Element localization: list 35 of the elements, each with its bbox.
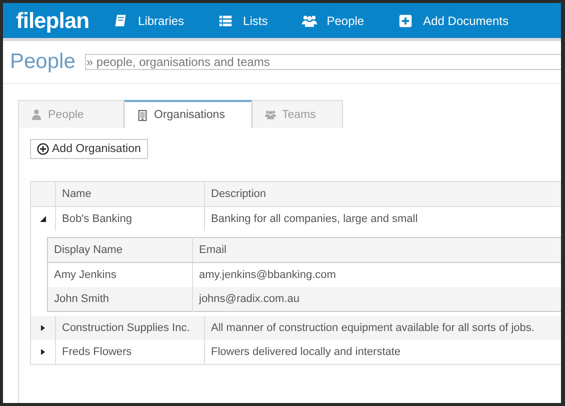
people-icon	[302, 14, 317, 28]
expand-icon[interactable]	[40, 325, 46, 331]
column-header: Description	[204, 182, 561, 206]
table-cell: Bob's Banking	[56, 206, 204, 231]
table-cell: All manner of construction equipment available for all sorts of jobs.	[204, 316, 561, 340]
column-header: Display Name	[48, 238, 192, 262]
page-title: People	[10, 50, 76, 74]
nav-link[interactable]: Add Documents	[398, 14, 508, 28]
table-cell: Amy Jenkins	[48, 262, 192, 287]
logo[interactable]: fileplan	[16, 8, 90, 34]
tab[interactable]: Teams	[252, 100, 343, 128]
add-icon	[37, 143, 49, 155]
person-icon	[31, 109, 42, 120]
nav-link[interactable]: Lists	[218, 14, 268, 28]
page-subtitle: » people, organisations and teams	[85, 54, 561, 70]
column-header: Name	[56, 182, 204, 206]
people-icon	[264, 109, 276, 120]
nav-link[interactable]: People	[302, 14, 364, 28]
expand-icon[interactable]	[40, 349, 46, 355]
table-cell: Freds Flowers	[56, 340, 204, 364]
tab[interactable]: People	[18, 100, 124, 128]
table-cell: Flowers delivered locally and interstate	[204, 340, 561, 364]
table-cell: Construction Supplies Inc.	[56, 316, 204, 340]
table-cell: John Smith	[48, 287, 192, 312]
table-cell: Banking for all companies, large and small	[204, 206, 561, 231]
table-cell: johns@radix.com.au	[192, 287, 561, 312]
plus-icon	[398, 14, 414, 28]
list-icon	[218, 14, 234, 28]
collapse-icon[interactable]	[40, 216, 46, 222]
book-icon	[113, 14, 128, 28]
nav-link[interactable]: Libraries	[113, 14, 184, 28]
add-organisation-button[interactable]: Add Organisation	[30, 139, 148, 159]
building-icon	[137, 110, 148, 120]
tab[interactable]: Organisations	[124, 100, 252, 128]
column-header: Email	[192, 238, 561, 262]
